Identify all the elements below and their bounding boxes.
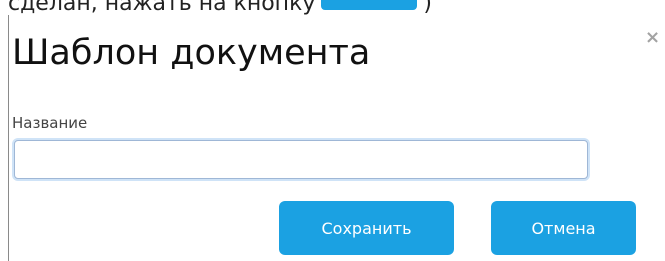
close-icon[interactable]: ×: [645, 29, 660, 47]
page: сделан, нажать на кнопку) × Шаблон докум…: [0, 0, 665, 261]
background-inline-button: [321, 0, 418, 10]
document-template-dialog: × Шаблон документа Название Сохранить От…: [8, 15, 665, 261]
dialog-title: Шаблон документа: [12, 33, 371, 73]
name-input[interactable]: [14, 140, 588, 179]
background-text-before: сделан, нажать на кнопку: [8, 0, 316, 16]
save-button[interactable]: Сохранить: [279, 201, 454, 255]
background-text-after: ): [423, 0, 432, 16]
name-field-label: Название: [12, 114, 88, 132]
cancel-button[interactable]: Отмена: [491, 201, 636, 255]
